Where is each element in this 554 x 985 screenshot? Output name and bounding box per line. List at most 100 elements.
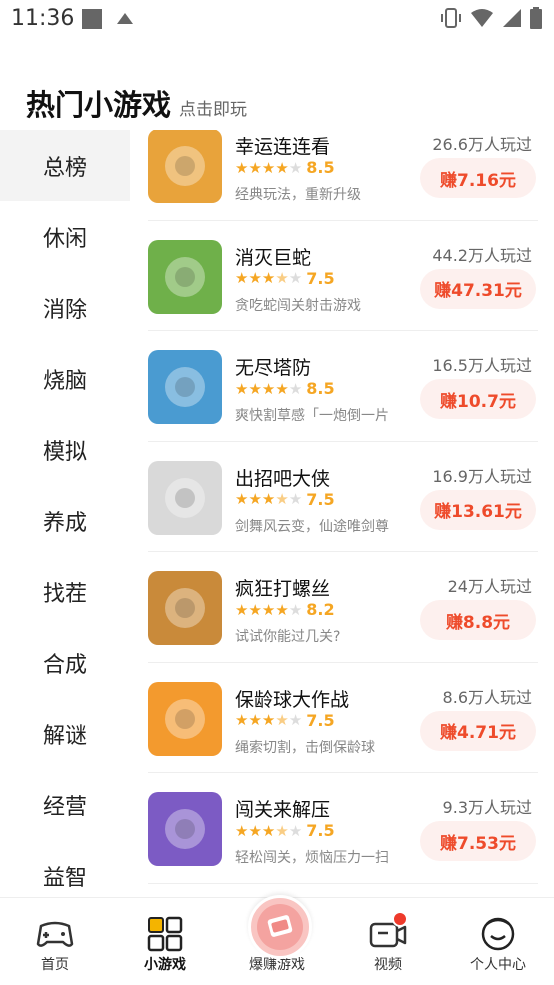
- sidebar-item-educational[interactable]: 益智: [0, 840, 130, 898]
- tab-video[interactable]: 视频: [333, 898, 443, 985]
- game-name: 出招吧大侠: [235, 467, 331, 490]
- star-icon: ★: [288, 600, 303, 619]
- star-icon: ★: [275, 379, 289, 398]
- rating-value: 8.2: [306, 600, 335, 619]
- star-icon: ★: [288, 158, 303, 177]
- screw-board-icon: [148, 571, 222, 645]
- star-icon: ★: [235, 379, 249, 398]
- sidebar-item-simulation[interactable]: 模拟: [0, 414, 130, 485]
- star-icon: ★: [248, 269, 262, 287]
- sidebar-item-label: 模拟: [42, 439, 87, 465]
- star-icon: ★: [248, 490, 262, 508]
- status-time: 11:36: [11, 6, 75, 31]
- star-icon: ★: [275, 158, 289, 177]
- sidebar-item-label: 经营: [42, 794, 87, 820]
- star-icon: ★: [261, 269, 276, 287]
- rating-stars: ★ ★ ★ ★ ★ 8.2: [235, 600, 335, 619]
- star-icon: ★: [275, 490, 289, 508]
- rating-value: 7.5: [306, 821, 335, 840]
- soldier-icon: [148, 350, 222, 424]
- sidebar-item-merge[interactable]: 合成: [0, 627, 130, 698]
- star-icon: ★: [248, 158, 262, 177]
- star-icon: ★: [275, 269, 289, 287]
- game-name: 疯狂打螺丝: [235, 578, 331, 600]
- star-icon: ★: [288, 269, 303, 287]
- star-icon: ★: [261, 600, 276, 619]
- sidebar-item-label: 烧脑: [42, 368, 87, 394]
- game-name: 无尽塔防: [235, 357, 312, 379]
- earn-button[interactable]: 赚4.71元: [420, 710, 536, 751]
- star-icon: ★: [275, 821, 289, 840]
- earn-button[interactable]: 赚13.61元: [420, 489, 536, 530]
- sidebar-item-brain[interactable]: 烧脑: [0, 343, 130, 414]
- page-subtitle: 点击即玩: [179, 100, 248, 120]
- earn-button[interactable]: 赚7.16元: [420, 158, 536, 198]
- game-row[interactable]: 无尽塔防 ★ ★ ★ ★ ★ 8.5 爽快割草感「一炮倒一片 16.5万人玩过 赚10.7元: [148, 331, 538, 442]
- status-icons: [440, 7, 542, 29]
- star-icon: ★: [275, 600, 289, 619]
- earn-button[interactable]: 赚8.8元: [420, 600, 536, 640]
- game-row[interactable]: 出招吧大侠 ★ ★ ★ ★ ★ 7.5 剑舞风云变，仙途唯剑尊 16.9万人玩过 赚13.61元: [148, 442, 538, 552]
- star-icon: ★: [235, 711, 249, 729]
- sidebar-item-overall[interactable]: 总榜: [0, 130, 130, 201]
- game-description: 爽快割草感「一炮倒一片: [235, 408, 389, 424]
- signal-icon: [503, 9, 521, 27]
- star-icon: ★: [288, 821, 303, 840]
- tab-mini-games[interactable]: 小游戏: [110, 898, 220, 985]
- game-row[interactable]: 消灭巨蛇 ★ ★ ★ ★ ★ 7.5 贪吃蛇闯关射击游戏 44.2万人玩过 赚47.31元: [148, 221, 538, 331]
- bowling-icon: [148, 681, 222, 756]
- game-row[interactable]: 闯关来解压 ★ ★ ★ ★ ★ 7.5 轻松闯关，烦恼压力一扫 9.3万人玩过 赚7.53元: [148, 773, 538, 884]
- game-name: 消灭巨蛇: [235, 246, 312, 269]
- play-count: 24万人玩过: [447, 577, 532, 596]
- sidebar-item-label: 解谜: [42, 723, 87, 749]
- game-description: 试试你能过几关?: [235, 629, 341, 645]
- tab-label: 小游戏: [144, 957, 186, 973]
- game-name: 闯关来解压: [235, 799, 331, 821]
- game-description: 贪吃蛇闯关射击游戏: [235, 297, 361, 314]
- earn-button[interactable]: 赚47.31元: [420, 268, 536, 309]
- star-icon: ★: [261, 711, 276, 729]
- game-name: 幸运连连看: [235, 136, 331, 158]
- sidebar-item-label: 消除: [42, 297, 87, 323]
- rating-stars: ★ ★ ★ ★ ★ 7.5: [235, 490, 335, 509]
- rating-value: 7.5: [306, 710, 335, 730]
- star-icon: ★: [275, 711, 289, 729]
- tab-home[interactable]: 首页: [0, 898, 110, 985]
- sidebar-item-raising[interactable]: 养成: [0, 485, 130, 556]
- rating-stars: ★ ★ ★ ★ ★ 7.5: [235, 821, 335, 840]
- star-icon: ★: [235, 600, 249, 619]
- earn-button[interactable]: 赚7.53元: [420, 821, 536, 861]
- tab-label: 首页: [41, 957, 69, 973]
- sidebar-item-label: 找茬: [42, 581, 87, 607]
- star-icon: ★: [248, 379, 262, 398]
- tab-label: 个人中心: [470, 957, 526, 973]
- fruit-grid-icon: [148, 130, 222, 203]
- earn-center-button[interactable]: [248, 895, 312, 959]
- grid-icon: [147, 916, 183, 952]
- star-icon: ★: [288, 379, 303, 398]
- money-icon: [257, 904, 303, 950]
- sidebar-item-match[interactable]: 消除: [0, 272, 130, 343]
- notification-icon: [82, 9, 102, 29]
- sidebar-item-casual[interactable]: 休闲: [0, 201, 130, 272]
- rating-value: 7.5: [306, 268, 335, 288]
- tab-profile[interactable]: 个人中心: [443, 898, 553, 985]
- play-count: 8.6万人玩过: [442, 687, 532, 707]
- earn-button[interactable]: 赚10.7元: [420, 379, 536, 419]
- star-icon: ★: [261, 821, 276, 840]
- game-row[interactable]: 疯狂打螺丝 ★ ★ ★ ★ ★ 8.2 试试你能过几关? 24万人玩过赚8.8元: [148, 552, 538, 663]
- rating-value: 8.5: [306, 379, 335, 398]
- warrior-icon: [148, 460, 222, 535]
- sidebar-item-business[interactable]: 经营: [0, 769, 130, 840]
- sidebar-item-spot-difference[interactable]: 找茬: [0, 556, 130, 627]
- vibrate-icon: [441, 8, 461, 28]
- page-header: 热门小游戏 点击即玩: [26, 82, 247, 124]
- battery-icon: [530, 7, 542, 29]
- star-icon: ★: [235, 269, 249, 287]
- game-row[interactable]: 幸运连连看 ★ ★ ★ ★ ★ 8.5 经典玩法，重新升级 26.6万人玩过 赚7.16元: [148, 130, 538, 221]
- game-description: 剑舞风云变，仙途唯剑尊: [235, 518, 389, 535]
- category-sidebar: 总榜 休闲 消除 烧脑 模拟 养成 找茬 合成 解谜 经营 益智: [0, 130, 130, 898]
- game-row[interactable]: 保龄球大作战 ★ ★ ★ ★ ★ 7.5 绳索切割，击倒保龄球 8.6万人玩过 赚4.71元: [148, 663, 538, 773]
- sidebar-item-puzzle[interactable]: 解谜: [0, 698, 130, 769]
- wifi-icon: [471, 9, 493, 27]
